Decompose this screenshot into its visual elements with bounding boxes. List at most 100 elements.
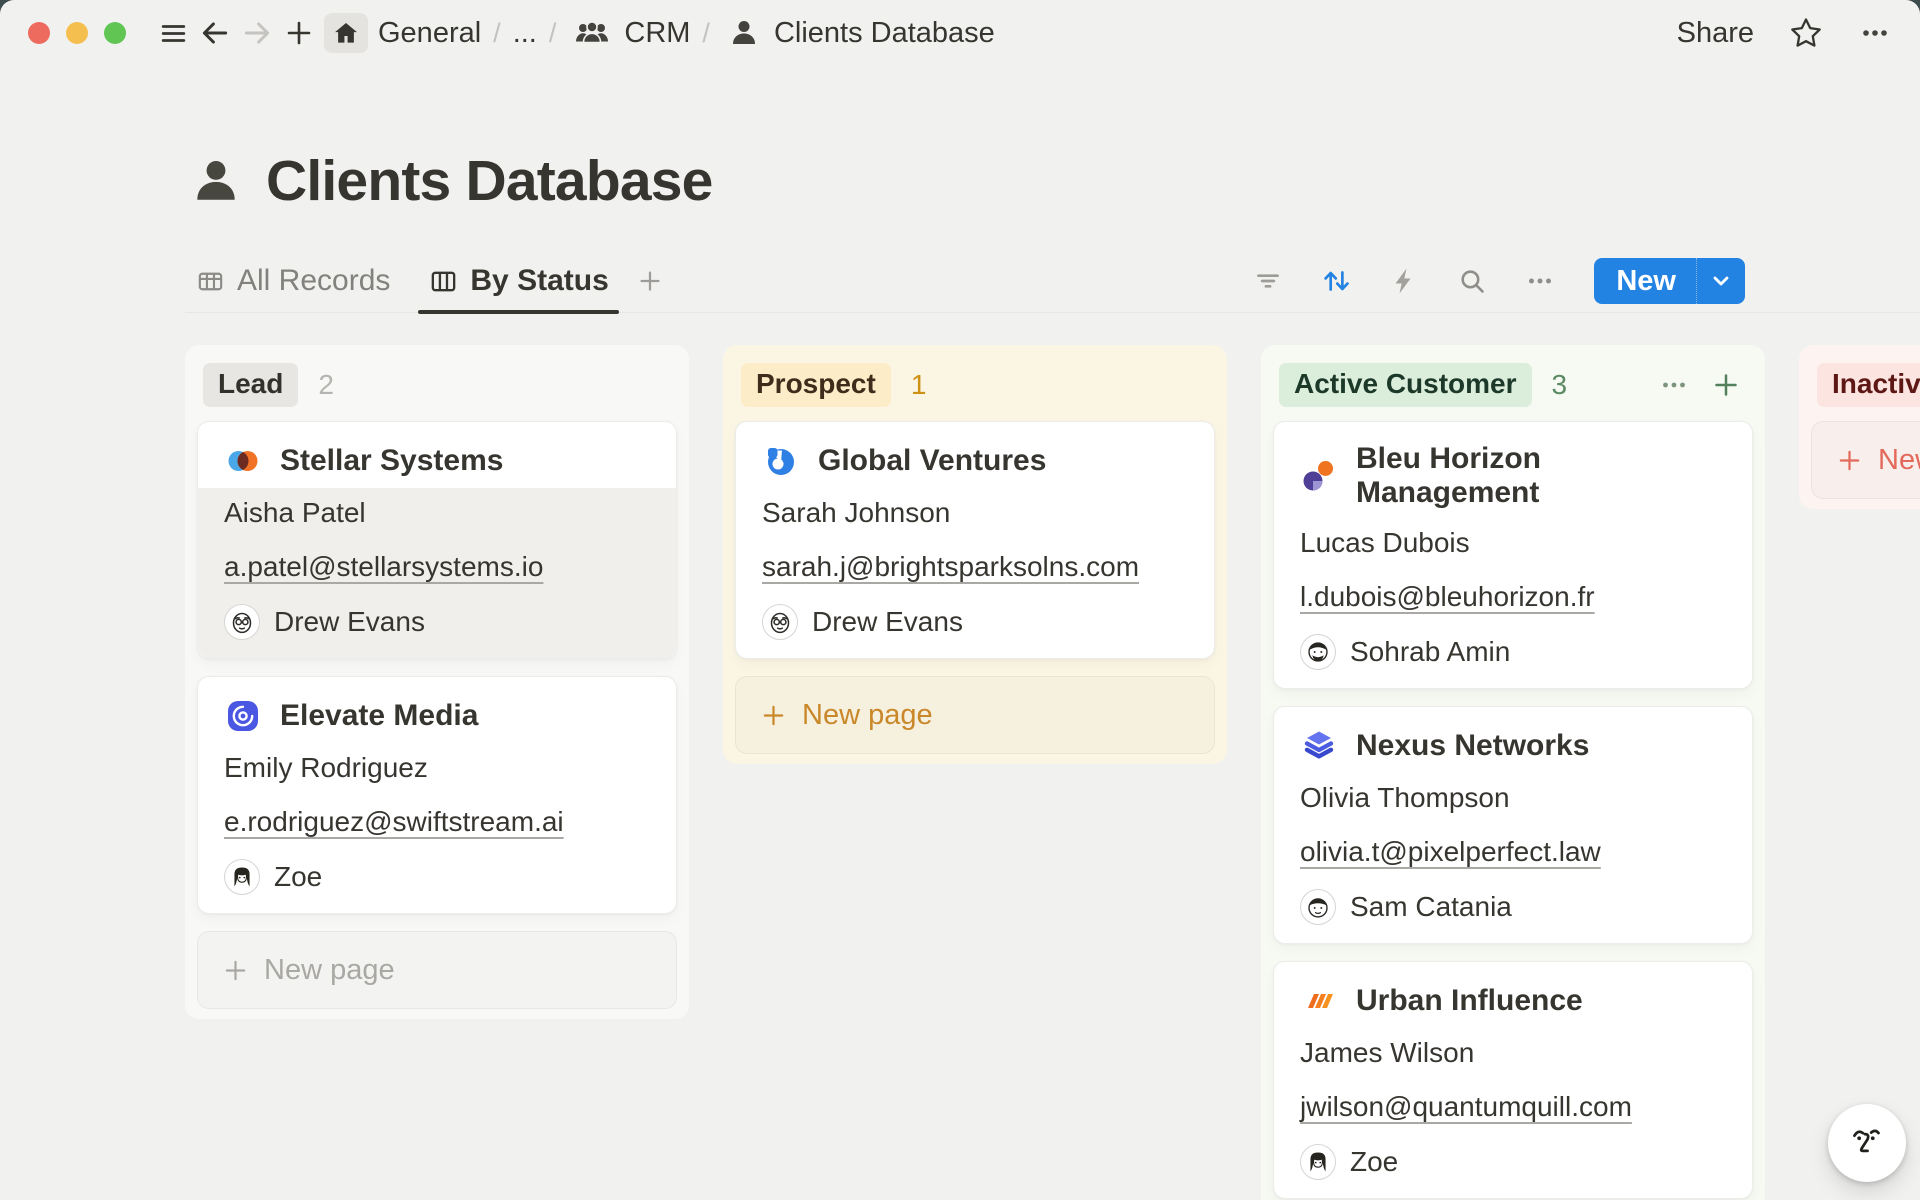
- board-column-prospect: Prospect 1 Global Ventures Sarah Johnson…: [723, 345, 1227, 764]
- email-link[interactable]: l.dubois@bleuhorizon.fr: [1300, 581, 1595, 612]
- owner-name: Sohrab Amin: [1350, 636, 1510, 668]
- app-window: General / ... / CRM / Clients Database S…: [0, 0, 1920, 1200]
- forward-arrow-icon: [240, 16, 274, 50]
- owner-row: Sam Catania: [1300, 889, 1726, 925]
- new-record-button[interactable]: New: [1594, 258, 1745, 304]
- tab-all-records[interactable]: All Records: [185, 250, 400, 312]
- contact-name: Olivia Thompson: [1300, 781, 1726, 815]
- client-card-elevate-media[interactable]: Elevate Media Emily Rodriguez e.rodrigue…: [197, 676, 677, 914]
- orbit-shapes-logo: [1300, 457, 1338, 495]
- client-card-urban-influence[interactable]: Urban Influence James Wilson jwilson@qua…: [1273, 961, 1753, 1199]
- tab-label: By Status: [470, 264, 608, 298]
- new-tab-button[interactable]: [278, 13, 320, 53]
- new-page-label: New page: [802, 698, 933, 732]
- email-link[interactable]: e.rodriguez@swiftstream.ai: [224, 806, 564, 837]
- email-link[interactable]: sarah.j@brightsparksolns.com: [762, 551, 1139, 582]
- plus-icon: [1836, 447, 1863, 474]
- drew-avatar: [224, 604, 260, 640]
- new-button-label[interactable]: New: [1594, 258, 1696, 304]
- client-card-stellar-systems[interactable]: Stellar Systems Aisha Patel a.patel@stel…: [197, 421, 677, 659]
- owner-name: Sam Catania: [1350, 891, 1512, 923]
- new-button-dropdown[interactable]: [1696, 258, 1745, 304]
- owner-row: Zoe: [224, 859, 650, 895]
- zoe-avatar: [224, 859, 260, 895]
- owner-row: Zoe: [1300, 1144, 1726, 1180]
- status-badge-lead[interactable]: Lead: [203, 363, 298, 407]
- share-button[interactable]: Share: [1677, 17, 1754, 50]
- column-more-button[interactable]: [1659, 370, 1689, 400]
- new-page-button[interactable]: New page: [1811, 421, 1920, 499]
- status-badge-prospect[interactable]: Prospect: [741, 363, 891, 407]
- column-add-button[interactable]: [1711, 370, 1741, 400]
- new-page-label: New page: [1878, 443, 1920, 477]
- view-settings-button[interactable]: [1520, 261, 1560, 301]
- spiral-square-logo: [224, 697, 262, 735]
- back-arrow-icon: [198, 16, 232, 50]
- topbar-actions: Share: [1677, 15, 1892, 51]
- sam-avatar: [1300, 889, 1336, 925]
- ai-assistant-button[interactable]: [1828, 1104, 1906, 1182]
- filter-icon: [1251, 264, 1285, 298]
- breadcrumb-crm[interactable]: CRM: [624, 17, 690, 50]
- ellipsis-icon: [1524, 265, 1556, 297]
- forward-button[interactable]: [236, 13, 278, 53]
- zoe-avatar: [1300, 1144, 1336, 1180]
- owner-name: Zoe: [274, 861, 322, 893]
- home-button[interactable]: [324, 13, 368, 53]
- page-title[interactable]: Clients Database: [266, 148, 713, 214]
- more-options-button[interactable]: [1858, 16, 1892, 50]
- tab-by-status[interactable]: By Status: [418, 250, 618, 312]
- board-column-inactive-customer: Inactive Customer New page: [1799, 345, 1920, 509]
- add-view-button[interactable]: [635, 266, 665, 296]
- breadcrumb-general[interactable]: General: [378, 17, 481, 50]
- board-column-lead: Lead 2 Stellar Systems Aisha Patel a.pat…: [185, 345, 689, 1019]
- page-header: Clients Database: [190, 148, 1920, 214]
- owner-name: Drew Evans: [274, 606, 425, 638]
- column-count: 2: [318, 369, 334, 401]
- close-window-button[interactable]: [28, 22, 50, 44]
- star-icon: [1788, 15, 1824, 51]
- sort-button[interactable]: [1316, 261, 1356, 301]
- back-button[interactable]: [194, 13, 236, 53]
- tab-label: All Records: [237, 264, 390, 298]
- column-header: Active Customer 3: [1273, 355, 1753, 421]
- hamburger-icon: [157, 17, 190, 50]
- automations-button[interactable]: [1384, 261, 1424, 301]
- new-page-button[interactable]: New page: [735, 676, 1215, 754]
- contact-name: Emily Rodriguez: [224, 751, 650, 785]
- client-card-bleu-horizon[interactable]: Bleu Horizon Management Lucas Dubois l.d…: [1273, 421, 1753, 689]
- sidebar-menu-button[interactable]: [152, 13, 194, 53]
- client-card-nexus-networks[interactable]: Nexus Networks Olivia Thompson olivia.t@…: [1273, 706, 1753, 944]
- contact-name: Sarah Johnson: [762, 496, 1188, 530]
- page-person-icon: [190, 155, 242, 207]
- owner-name: Drew Evans: [812, 606, 963, 638]
- zoom-window-button[interactable]: [104, 22, 126, 44]
- board-view-icon: [428, 266, 459, 297]
- company-name: Elevate Media: [280, 699, 478, 733]
- email-link[interactable]: jwilson@quantumquill.com: [1300, 1091, 1632, 1122]
- sort-arrows-icon: [1319, 264, 1353, 298]
- status-badge-active-customer[interactable]: Active Customer: [1279, 363, 1532, 407]
- view-tabs-bar: All Records By Status New: [185, 250, 1920, 313]
- email-link[interactable]: a.patel@stellarsystems.io: [224, 551, 543, 582]
- plus-icon: [635, 266, 665, 296]
- client-card-global-ventures[interactable]: Global Ventures Sarah Johnson sarah.j@br…: [735, 421, 1215, 659]
- kanban-board: Lead 2 Stellar Systems Aisha Patel a.pat…: [0, 313, 1920, 1200]
- status-badge-inactive-customer[interactable]: Inactive Customer: [1817, 363, 1920, 407]
- plus-icon: [283, 17, 315, 49]
- person-icon: [728, 17, 760, 49]
- company-name: Global Ventures: [818, 444, 1046, 478]
- search-button[interactable]: [1452, 261, 1492, 301]
- filter-button[interactable]: [1248, 261, 1288, 301]
- favorite-button[interactable]: [1788, 15, 1824, 51]
- column-count: 3: [1552, 369, 1568, 401]
- breadcrumb-ellipsis[interactable]: ...: [513, 17, 537, 50]
- email-link[interactable]: olivia.t@pixelperfect.law: [1300, 836, 1601, 867]
- minimize-window-button[interactable]: [66, 22, 88, 44]
- window-controls: [28, 22, 126, 44]
- contact-name: James Wilson: [1300, 1036, 1726, 1070]
- drew-avatar: [762, 604, 798, 640]
- layer-stack-logo: [1300, 727, 1338, 765]
- breadcrumb-page[interactable]: Clients Database: [774, 17, 995, 50]
- new-page-button[interactable]: New page: [197, 931, 677, 1009]
